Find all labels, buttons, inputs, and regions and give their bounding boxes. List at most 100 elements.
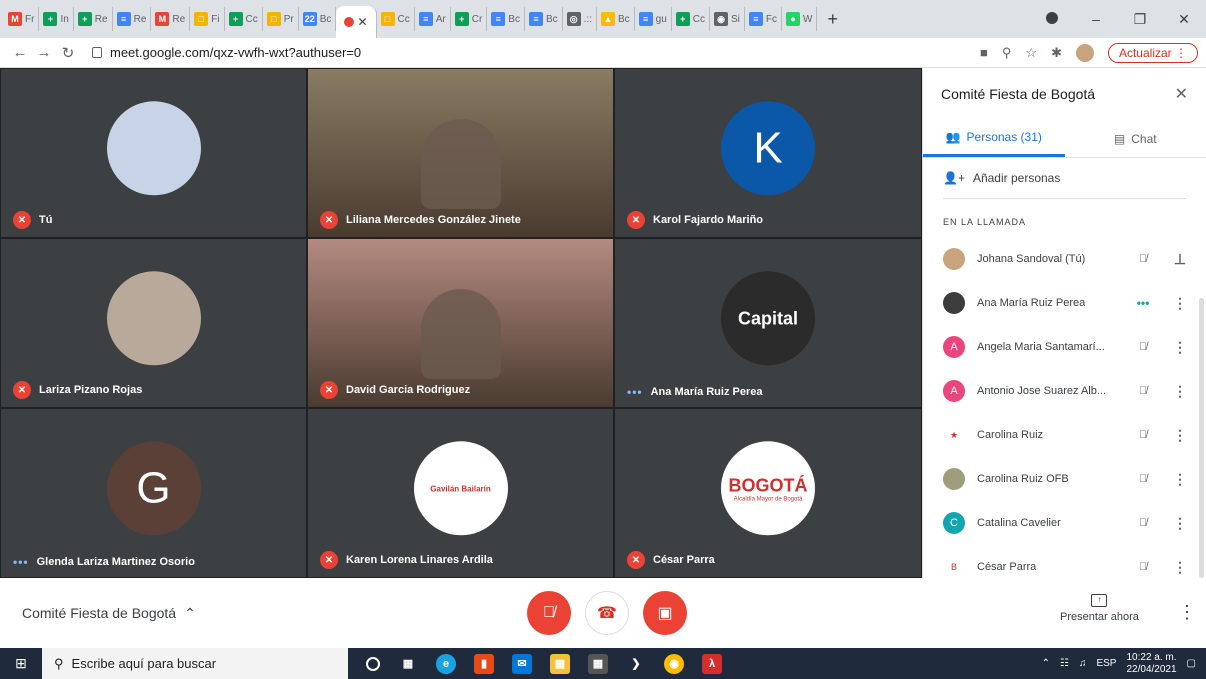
participant-tile[interactable]: Capital ••• Ana María Ruiz Perea <box>614 238 922 408</box>
browser-tab[interactable]: M Fr <box>4 7 40 31</box>
tab-favicon-icon: ◎ <box>566 12 581 26</box>
browser-tab[interactable]: + In <box>39 7 74 31</box>
participant-tile[interactable]: ✕ Liliana Mercedes González Jinete <box>307 68 614 238</box>
zoom-icon[interactable]: ⚲ <box>1002 45 1012 61</box>
browser-tab[interactable]: + Re <box>74 7 113 31</box>
participant-list-item[interactable]: ★ Carolina Ruiz 🎙̸ ⋮ <box>923 413 1206 457</box>
store-icon[interactable]: ▦ <box>588 653 608 674</box>
browser-tab[interactable]: ▲ Bc <box>597 7 635 31</box>
edge-icon[interactable]: e <box>436 653 456 674</box>
minimize-button[interactable]: – <box>1074 11 1118 27</box>
add-people-button[interactable]: 👤+ Añadir personas <box>923 158 1206 198</box>
mic-off-icon: 🎙̸ <box>1138 561 1148 573</box>
mail-icon[interactable]: ✉ <box>512 653 532 674</box>
participant-list-name: César Parra <box>977 561 1037 573</box>
browser-tab[interactable]: ≡ Fc <box>745 7 783 31</box>
browser-tab[interactable]: ◎.:: <box>563 7 597 31</box>
browser-tab[interactable]: ≡ Ar <box>415 7 451 31</box>
leave-call-button[interactable]: ☎ <box>585 591 629 635</box>
more-options-icon[interactable]: ⋮ <box>1170 471 1190 488</box>
tab-favicon-icon: □ <box>194 12 209 26</box>
extensions-icon[interactable]: ✱ <box>1051 45 1062 61</box>
profile-icon[interactable] <box>1030 11 1074 27</box>
update-button[interactable]: Actualizar ⋮ <box>1107 42 1198 63</box>
file-explorer-icon[interactable]: ▦ <box>550 653 570 674</box>
browser-tab[interactable]: + Cc <box>672 7 711 31</box>
participant-name: Glenda Lariza Martinez Osorio <box>36 556 195 568</box>
address-bar[interactable]: meet.google.com/qxz-vwfh-wxt?authuser=0 <box>92 45 980 60</box>
participant-tile[interactable]: K ✕ Karol Fajardo Mariño <box>614 68 922 238</box>
browser-tab[interactable]: ● W <box>782 7 818 31</box>
tab-favicon-icon: ≡ <box>116 12 131 26</box>
lang-indicator[interactable]: ESP <box>1096 658 1116 669</box>
browser-tab[interactable]: ≡ gu <box>635 7 672 31</box>
notifications-icon[interactable]: ▢ <box>1187 658 1196 669</box>
maximize-button[interactable]: ❐ <box>1118 11 1162 28</box>
browser-tab[interactable]: ≡ Re <box>113 7 152 31</box>
browser-tab[interactable]: + Cr <box>451 7 488 31</box>
star-icon[interactable]: ☆ <box>1025 45 1037 61</box>
more-options-icon[interactable]: ⋮ <box>1170 339 1190 356</box>
network-icon[interactable]: ☷ <box>1060 658 1069 669</box>
close-tab-icon[interactable]: ✕ <box>357 15 367 29</box>
more-options-icon[interactable]: ⋮ <box>1170 427 1190 444</box>
more-options-icon[interactable]: ⋮ <box>1170 383 1190 400</box>
office-icon[interactable]: ▮ <box>474 653 494 674</box>
tab-label: Si <box>731 13 740 25</box>
browser-tab[interactable]: ≡ Bc <box>487 7 525 31</box>
volume-icon[interactable]: ♫ <box>1079 658 1087 669</box>
tab-people[interactable]: 👥 Personas (31) <box>923 120 1065 157</box>
browser-tab[interactable]: □ Fi <box>190 7 225 31</box>
new-tab-button[interactable]: + <box>827 9 838 30</box>
reload-icon[interactable]: ↻ <box>56 44 80 62</box>
more-options-icon[interactable]: ⋮ <box>1170 559 1190 576</box>
participant-tile[interactable]: ✕ Tú <box>0 68 307 238</box>
participant-tile[interactable]: G ••• Glenda Lariza Martinez Osorio <box>0 408 307 578</box>
participant-tile[interactable]: BOGOTÁ Alcaldía Mayor de Bogotá ✕ César Par… <box>614 408 922 578</box>
participant-tile[interactable]: ✕ David Garcia Rodriguez <box>307 238 614 408</box>
browser-tab[interactable]: ◉ Si <box>710 7 745 31</box>
browser-tab[interactable]: M Re <box>151 7 191 31</box>
task-view-icon[interactable]: ▦ <box>398 654 418 674</box>
participant-tile[interactable]: ✕ Lariza Pizano Rojas <box>0 238 307 408</box>
pin-icon[interactable]: ⊥ <box>1170 251 1190 268</box>
forward-icon[interactable]: → <box>32 44 56 61</box>
close-panel-icon[interactable]: ✕ <box>1175 84 1188 104</box>
participant-list-item[interactable]: A Angela Maria Santamarí... 🎙̸ ⋮ <box>923 325 1206 369</box>
windows-start-icon[interactable]: ⊞ <box>0 655 42 672</box>
back-icon[interactable]: ← <box>8 44 32 61</box>
browser-tab[interactable]: 22 Bc <box>299 7 337 31</box>
profile-avatar[interactable] <box>1075 43 1094 62</box>
participant-list-item[interactable]: Johana Sandoval (Tú) 🎙̸ ⊥ <box>923 237 1206 281</box>
taskbar-search[interactable]: ⚲ Escribe aquí para buscar <box>42 648 348 679</box>
participant-tile[interactable]: Gavilán Bailarín ✕ Karen Lorena Linares Ar… <box>307 408 614 578</box>
chrome-icon[interactable]: ◉ <box>664 653 684 674</box>
tray-expand-icon[interactable]: ⌃ <box>1042 658 1050 669</box>
present-now-button[interactable]: ↑ Presentar ahora <box>1060 594 1139 623</box>
browser-tab[interactable]: ≡ Bc <box>525 7 563 31</box>
camera-toggle-button[interactable]: ▣ <box>643 591 687 635</box>
browser-tab-active[interactable]: ✕ <box>336 6 377 38</box>
more-options-icon[interactable]: ⋮ <box>1178 602 1196 623</box>
browser-tab[interactable]: □ Pr <box>263 7 299 31</box>
meeting-details-button[interactable]: Comité Fiesta de Bogotá ⌃ <box>22 605 196 622</box>
participant-list-item[interactable]: Carolina Ruiz OFB 🎙̸ ⋮ <box>923 457 1206 501</box>
panel-scrollbar[interactable] <box>1199 298 1204 578</box>
participant-list-item[interactable]: C Catalina Cavelier 🎙̸ ⋮ <box>923 501 1206 545</box>
camera-icon[interactable]: ■ <box>980 45 988 60</box>
tab-chat[interactable]: ▤ Chat <box>1065 120 1206 157</box>
close-window-button[interactable]: ✕ <box>1162 11 1206 28</box>
tab-favicon-icon: + <box>43 12 58 26</box>
mic-toggle-button[interactable]: 🎙̸ <box>527 591 571 635</box>
more-options-icon[interactable]: ⋮ <box>1170 295 1190 312</box>
browser-tab[interactable]: + Cc <box>225 7 263 31</box>
power-automate-icon[interactable]: ❯ <box>626 654 646 674</box>
cortana-icon[interactable] <box>366 656 380 671</box>
clock[interactable]: 10:22 a. m. 22/04/2021 <box>1126 652 1176 676</box>
acrobat-icon[interactable]: λ <box>702 653 722 674</box>
browser-tab[interactable]: □ Cc <box>377 7 415 31</box>
participant-list-item[interactable]: Ana María Ruiz Perea ••• ⋮ <box>923 281 1206 325</box>
more-options-icon[interactable]: ⋮ <box>1170 515 1190 532</box>
participant-list-item[interactable]: A Antonio Jose Suarez Alb... 🎙̸ ⋮ <box>923 369 1206 413</box>
video-person-shape <box>420 289 501 380</box>
